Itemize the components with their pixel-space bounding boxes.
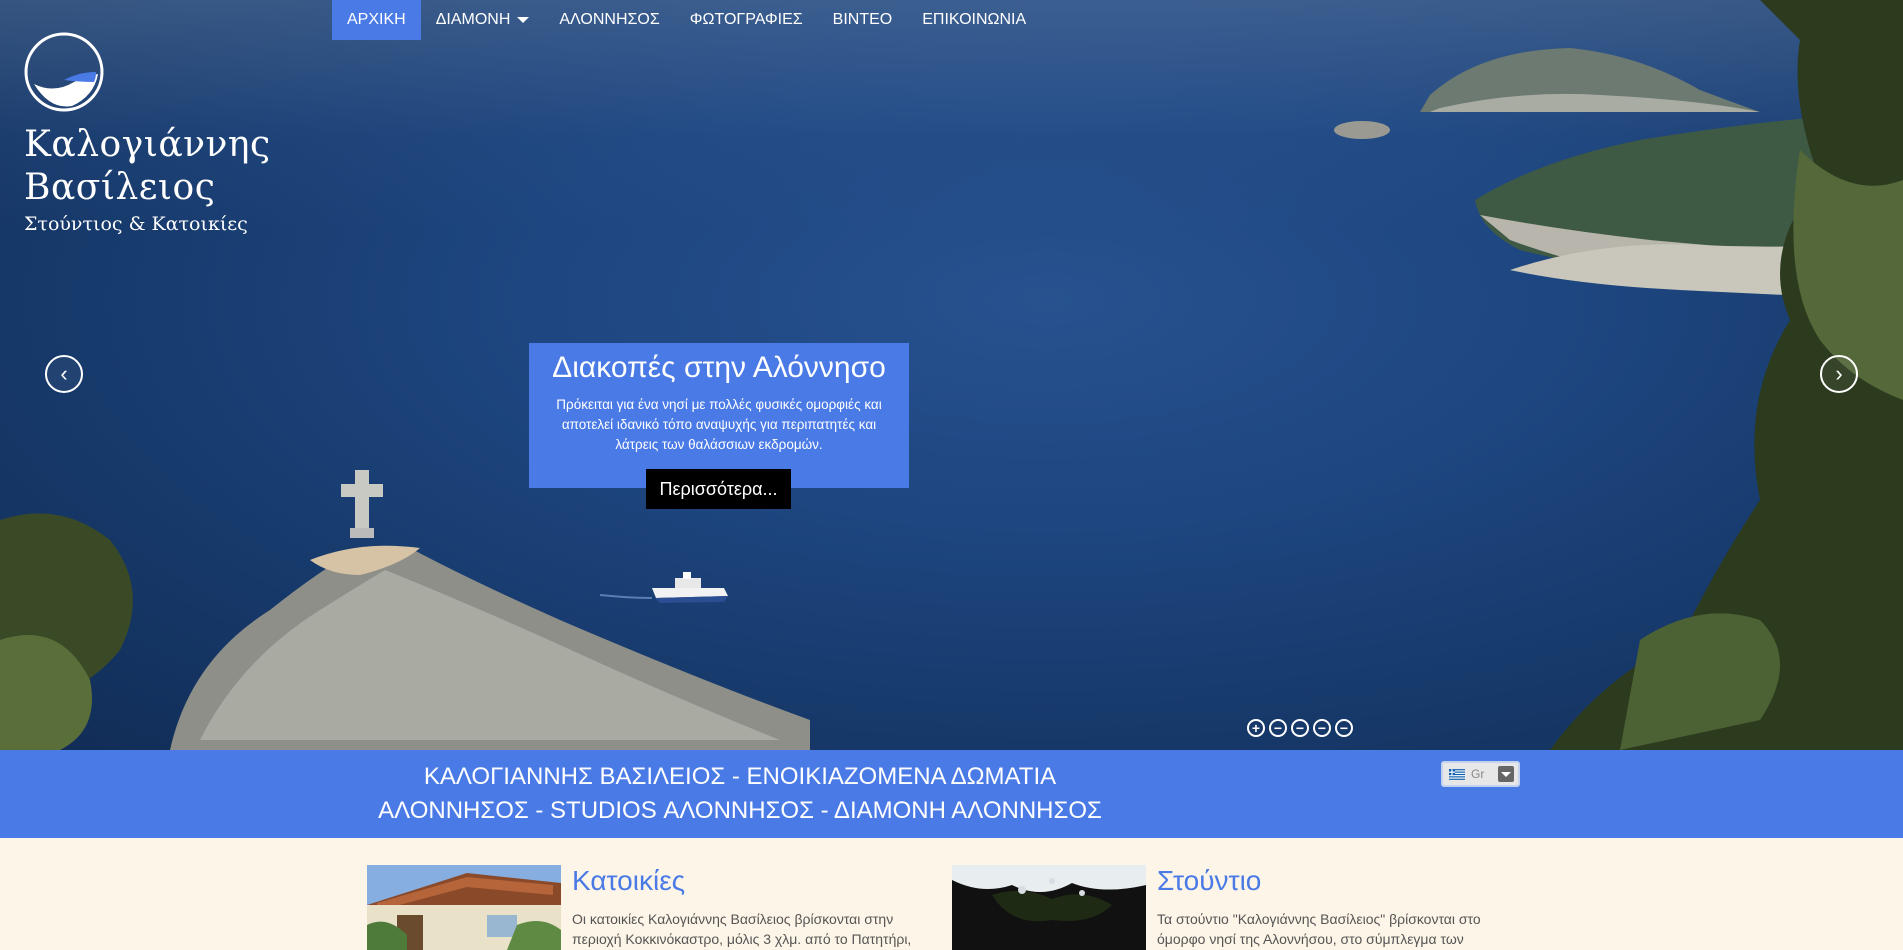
chevron-left-icon: ‹	[60, 361, 68, 386]
logo-name-line1: Καλογιάννης	[24, 124, 271, 165]
slider-dot-3[interactable]: −	[1291, 719, 1309, 737]
nav-label: ΑΛΟΝΝΗΣΟΣ	[559, 11, 660, 28]
title-banner: ΚΑΛΟΓΙΑΝΝΗΣ ΒΑΣΙΛΕΙΟΣ - ΕΝΟΙΚΙΑΖΟΜΕΝΑ ΔΩ…	[0, 750, 1903, 838]
slider-dot-4[interactable]: −	[1313, 719, 1331, 737]
main-nav: ΑΡΧΙΚΗ ΔΙΑΜΟΝΗ ΑΛΟΝΝΗΣΟΣ ΦΩΤΟΓΡΑΦΙΕΣ ΒΙΝ…	[332, 0, 1041, 40]
nav-label: ΒΙΝΤΕΟ	[832, 11, 893, 28]
nav-label: ΕΠΙΚΟΙΝΩΝΙΑ	[922, 11, 1027, 28]
banner-title: ΚΑΛΟΓΙΑΝΝΗΣ ΒΑΣΙΛΕΙΟΣ - ΕΝΟΙΚΙΑΖΟΜΕΝΑ ΔΩ…	[378, 763, 1102, 824]
nav-item-video[interactable]: ΒΙΝΤΕΟ	[818, 0, 908, 40]
greek-flag-icon	[1449, 768, 1465, 780]
read-more-button[interactable]: Περισσότερα...	[646, 469, 791, 509]
site-logo[interactable]: Καλογιάννης Βασίλειος Στούντιος & Κατοικ…	[24, 32, 271, 235]
studios-text: Τα στούντιο "Καλογιάννης Βασίλειος" βρίσ…	[1157, 911, 1481, 947]
studios-title[interactable]: Στούντιο	[1157, 865, 1261, 897]
residences-photo	[367, 865, 561, 950]
dropdown-arrow-icon	[1498, 766, 1514, 782]
nav-label: ΑΡΧΙΚΗ	[347, 11, 406, 28]
slider-dot-2[interactable]: −	[1269, 719, 1287, 737]
chevron-right-icon: ›	[1835, 361, 1843, 386]
slider-dot-1[interactable]: +	[1247, 719, 1265, 737]
slider-next-button[interactable]: ›	[1820, 355, 1858, 393]
studios-photo	[952, 865, 1146, 950]
slide-text: Πρόκειται για ένα νησί με πολλές φυσικές…	[556, 397, 882, 452]
nav-item-alonissos[interactable]: ΑΛΟΝΝΗΣΟΣ	[544, 0, 674, 40]
slider-dot-5[interactable]: −	[1335, 719, 1353, 737]
residences-image[interactable]	[367, 865, 561, 950]
slide-title: Διακοπές στην Αλόννησο	[552, 351, 886, 384]
slider-prev-button[interactable]: ‹	[45, 355, 83, 393]
caret-down-icon	[517, 17, 530, 23]
language-label: Gr	[1471, 767, 1485, 781]
logo-subtitle: Στούντιος & Κατοικίες	[24, 213, 248, 235]
nav-label: ΦΩΤΟΓΡΑΦΙΕΣ	[689, 11, 803, 28]
nav-item-contact[interactable]: ΕΠΙΚΟΙΝΩΝΙΑ	[907, 0, 1041, 40]
slider-dots: + − − − −	[1247, 719, 1353, 737]
logo-wave-icon	[24, 32, 104, 112]
studios-image[interactable]	[952, 865, 1146, 950]
language-select[interactable]: Gr	[1441, 761, 1520, 787]
nav-item-home[interactable]: ΑΡΧΙΚΗ	[332, 0, 421, 40]
residences-title[interactable]: Κατοικίες	[572, 865, 685, 897]
hero-image	[0, 0, 1903, 750]
hero-slider: ΑΡΧΙΚΗ ΔΙΑΜΟΝΗ ΑΛΟΝΝΗΣΟΣ ΦΩΤΟΓΡΑΦΙΕΣ ΒΙΝ…	[0, 0, 1903, 750]
nav-item-accommodation[interactable]: ΔΙΑΜΟΝΗ	[421, 0, 545, 40]
residences-text: Οι κατοικίες Καλογιάννης Βασίλειος βρίσκ…	[572, 911, 912, 947]
slide-caption: Διακοπές στην Αλόννησο Πρόκειται για ένα…	[529, 343, 909, 488]
logo-name-line2: Βασίλειος	[24, 167, 216, 208]
nav-label: ΔΙΑΜΟΝΗ	[435, 11, 511, 28]
nav-item-photos[interactable]: ΦΩΤΟΓΡΑΦΙΕΣ	[675, 0, 818, 40]
